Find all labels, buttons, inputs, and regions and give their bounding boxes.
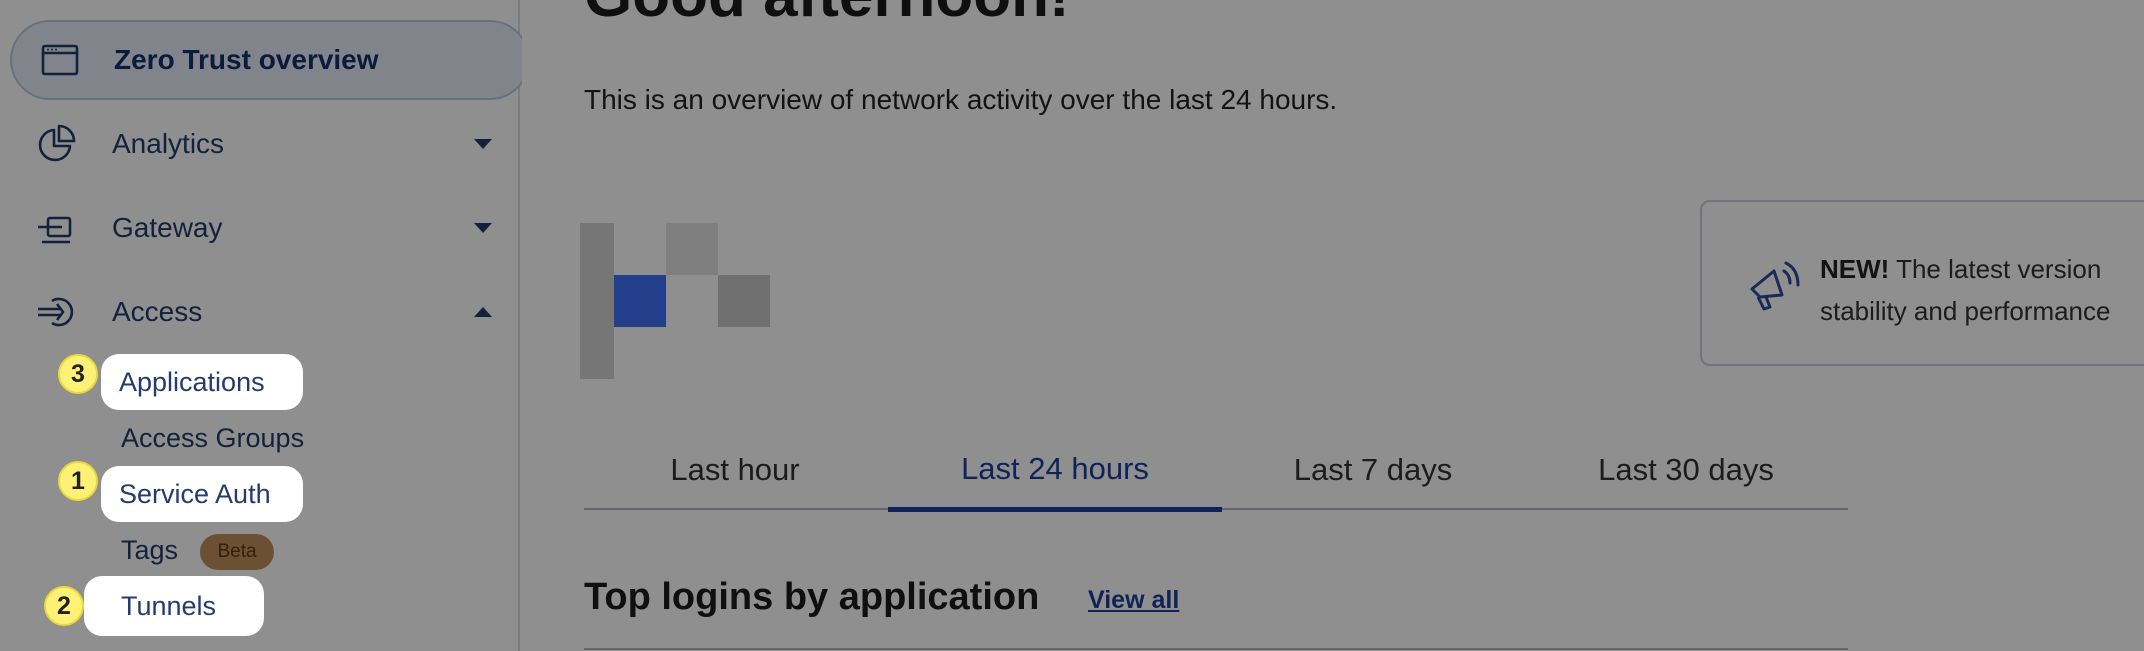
sidebar-subitem-service-auth[interactable]: Service Auth [101,466,303,522]
tab-last-7-days[interactable]: Last 7 days [1222,430,1524,510]
step-badge-1: 1 [58,461,98,501]
divider [584,648,1848,650]
sidebar-item-zero-trust-overview[interactable]: Zero Trust overview [10,20,530,100]
view-all-link[interactable]: View all [1088,586,1179,615]
pie-chart-icon [38,124,76,162]
main-content: Good afternoon! This is an overview of n… [522,0,2144,651]
browser-window-icon [41,44,79,76]
gateway-icon [38,216,72,244]
access-icon [38,297,74,327]
sidebar-item-label: Zero Trust overview [114,44,379,75]
sidebar-subitem-tags[interactable]: Tags [121,535,178,566]
announcement-line-2: stability and performance [1820,296,2111,326]
sidebar-subitem-label: Service Auth [119,478,271,509]
section-title: Top logins by application [584,576,1040,618]
announcement-strong: NEW! [1820,254,1890,284]
sidebar-item-analytics[interactable]: Analytics [0,104,520,184]
sidebar-item-label: Gateway [112,212,223,243]
tab-last-30-days[interactable]: Last 30 days [1524,430,1848,510]
chevron-up-icon[interactable] [474,307,492,317]
loading-skeleton [580,223,614,379]
sidebar-subitem-tunnels[interactable]: Tunnels [84,576,264,636]
loading-skeleton [614,275,666,327]
chevron-down-icon[interactable] [474,139,492,149]
sidebar-subitem-access-groups[interactable]: Access Groups [121,423,304,454]
loading-skeleton [666,223,718,275]
sidebar-item-access[interactable]: Access [0,272,520,352]
tab-last-hour[interactable]: Last hour [584,430,886,510]
page-title: Good afternoon! [584,0,1070,31]
chevron-down-icon[interactable] [474,223,492,233]
tab-last-24-hours[interactable]: Last 24 hours [888,430,1222,512]
sidebar: Zero Trust overview Analytics Gateway Ac… [0,0,530,651]
sidebar-subitem-applications[interactable]: Applications [101,354,303,410]
megaphone-icon [1750,261,1800,311]
step-badge-3: 3 [58,354,98,394]
sidebar-subitem-label: Applications [119,366,265,397]
announcement-line-1: The latest version [1889,254,2102,284]
page-subtitle: This is an overview of network activity … [584,84,1338,115]
beta-badge: Beta [200,534,274,570]
loading-skeleton [718,275,770,327]
announcement-card: NEW! The latest version stability and pe… [1700,200,2144,366]
sidebar-item-label: Analytics [112,128,225,159]
announcement-text: NEW! The latest version stability and pe… [1820,248,2110,332]
sidebar-item-label: Access [112,296,203,327]
sidebar-item-gateway[interactable]: Gateway [0,188,520,268]
sidebar-subitem-label: Tunnels [121,590,217,621]
time-range-tabs: Last hour Last 24 hours Last 7 days Last… [584,430,1848,512]
step-badge-2: 2 [44,586,84,626]
